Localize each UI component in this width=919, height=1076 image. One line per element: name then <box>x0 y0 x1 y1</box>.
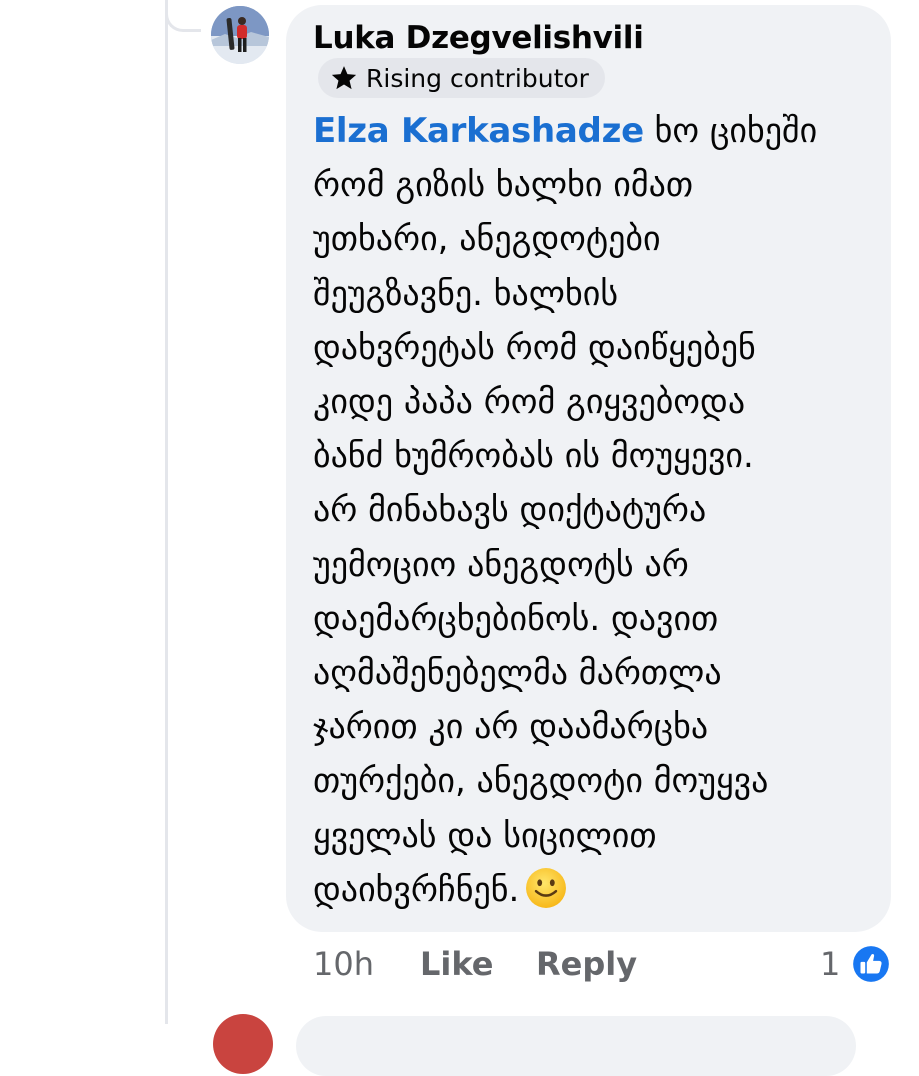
avatar-photo <box>211 6 269 64</box>
comment-line: დაიხვრჩნენ. <box>313 869 520 910</box>
comment-author[interactable]: Luka Dzegvelishvili <box>313 20 644 56</box>
avatar[interactable] <box>211 6 269 64</box>
comment-timestamp[interactable]: 10h <box>313 945 374 983</box>
like-button[interactable]: Like <box>420 945 493 983</box>
thread-connector <box>165 0 201 32</box>
contributor-badge[interactable]: Rising contributor <box>318 58 605 98</box>
comment-line: კიდე პაპა რომ გიყვებოდა <box>313 382 746 423</box>
mention-link[interactable]: Elza Karkashadze <box>313 111 644 151</box>
comment-line: აღმაშენებელმა მართლა <box>313 653 722 694</box>
reply-button[interactable]: Reply <box>536 945 637 983</box>
reaction-count[interactable]: 1 <box>820 945 840 983</box>
comment-line: ყველას და სიცილით <box>313 815 657 856</box>
comment-line: ჯარით კი არ დაამარცხა <box>313 707 709 748</box>
comment-line: დაემარცხებინოს. დავით <box>313 598 719 639</box>
comment-line: თურქები, ანეგდოტი მოუყვა <box>313 761 769 802</box>
comment-line: არ მინახავს დიქტატურა <box>313 490 707 531</box>
comment-line: შეუგზავნე. ხალხის <box>313 273 619 314</box>
badge-label: Rising contributor <box>366 63 589 93</box>
comment-line: ხო ციხეში <box>643 111 818 151</box>
star-icon <box>331 66 357 90</box>
next-comment-bubble <box>296 1016 856 1076</box>
next-comment-avatar[interactable] <box>213 1014 273 1074</box>
like-thumb-icon[interactable] <box>850 943 892 985</box>
thread-line <box>165 0 168 1024</box>
comment-line: დახვრეტას რომ დაიწყებენ <box>313 327 756 368</box>
comment-line: ბანძ ხუმრობას ის მოუყევი. <box>313 436 754 477</box>
comment-line: რომ გიზის ხალხი იმათ <box>313 165 694 206</box>
smiley-emoji-icon <box>526 867 567 908</box>
comment-text: Elza Karkashadze ხო ციხეში რომ გიზის ხალ… <box>313 104 883 917</box>
comment-line: უემოციო ანეგდოტს არ <box>313 544 689 585</box>
comment-line: უთხარი, ანეგდოტები <box>313 219 661 260</box>
